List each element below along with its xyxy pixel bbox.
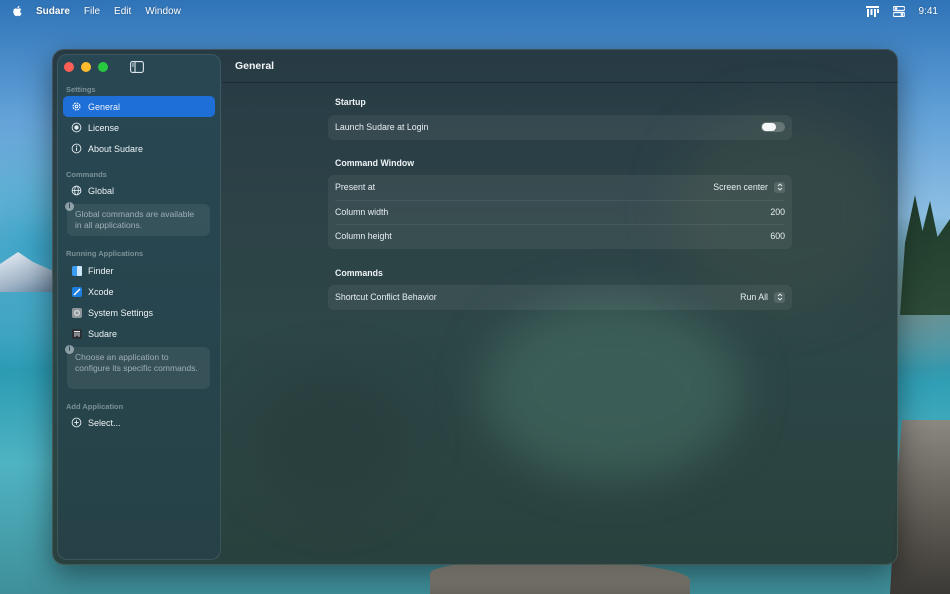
zoom-button[interactable]	[98, 62, 108, 72]
sudare-icon	[71, 328, 82, 339]
sidebar-item-label: Global	[88, 185, 115, 196]
startup-card: Launch Sudare at Login	[328, 115, 792, 140]
sidebar-item-about[interactable]: About Sudare	[63, 138, 215, 159]
present-at-label: Present at	[335, 182, 376, 193]
column-height-field[interactable]: 600	[770, 231, 785, 241]
apple-icon[interactable]	[12, 5, 24, 17]
launch-at-login-row: Launch Sudare at Login	[328, 115, 792, 140]
minimize-button[interactable]	[81, 62, 91, 72]
sidebar-toggle-icon[interactable]	[130, 61, 144, 73]
column-height-row: Column height 600	[328, 224, 792, 249]
shortcut-conflict-select[interactable]: Run All	[740, 291, 785, 303]
sidebar-item-license[interactable]: License	[63, 117, 215, 138]
menu-window[interactable]: Window	[145, 6, 181, 17]
page-title: General	[235, 60, 275, 72]
backdrop-blur	[252, 369, 412, 509]
sidebar-item-general[interactable]: General	[63, 96, 215, 117]
section-running-applications: Running Applications	[66, 249, 144, 258]
present-at-value: Screen center	[713, 182, 768, 193]
present-at-row: Present at Screen center	[328, 175, 792, 200]
present-at-select[interactable]: Screen center	[713, 181, 785, 193]
sidebar-item-sudare[interactable]: Sudare	[63, 323, 215, 344]
column-width-field[interactable]: 200	[770, 207, 785, 217]
select-application-button[interactable]: Select...	[63, 412, 215, 433]
section-add-application: Add Application	[66, 402, 124, 411]
menu-app-name[interactable]: Sudare	[36, 6, 70, 17]
sidebar-item-label: License	[88, 122, 120, 133]
menu-file[interactable]: File	[84, 6, 100, 17]
gear-icon	[71, 101, 82, 112]
sidebar-item-xcode[interactable]: Xcode	[63, 281, 215, 302]
section-settings: Settings	[66, 85, 96, 94]
column-width-label: Column width	[335, 206, 389, 217]
menu-edit[interactable]: Edit	[114, 6, 131, 17]
menu-clock[interactable]: 9:41	[919, 6, 938, 17]
up-down-chevron-icon	[774, 181, 785, 193]
column-height-label: Column height	[335, 231, 392, 242]
system-settings-icon	[71, 307, 82, 318]
window-controls	[64, 62, 108, 72]
sidebar-item-label: Xcode	[88, 286, 114, 297]
shortcut-conflict-row: Shortcut Conflict Behavior Run All	[328, 285, 792, 310]
sidebar-item-label: About Sudare	[88, 143, 144, 154]
sidebar-item-global[interactable]: Global	[63, 180, 215, 201]
menu-bar: Sudare File Edit Window 9:41	[0, 0, 950, 22]
global-commands-note: Global commands are available in all app…	[67, 204, 210, 236]
sudare-menubar-icon[interactable]	[865, 5, 879, 17]
wallpaper-mountain	[0, 252, 60, 292]
sidebar: Settings General License About Sudare Co…	[57, 54, 221, 560]
app-window: Settings General License About Sudare Co…	[52, 49, 898, 565]
launch-at-login-label: Launch Sudare at Login	[335, 122, 429, 133]
up-down-chevron-icon	[774, 291, 785, 303]
section-commands: Commands	[66, 170, 107, 179]
close-button[interactable]	[64, 62, 74, 72]
header-divider	[222, 82, 898, 83]
group-title-startup: Startup	[335, 97, 366, 107]
sidebar-item-label: Sudare	[88, 328, 118, 339]
sidebar-item-label: Finder	[88, 265, 114, 276]
wallpaper-trees	[900, 195, 950, 315]
shortcut-conflict-value: Run All	[740, 292, 768, 303]
control-center-icon[interactable]	[892, 5, 905, 17]
launch-at-login-toggle[interactable]	[761, 122, 785, 133]
finder-icon	[71, 265, 82, 276]
wallpaper-rock	[430, 560, 690, 594]
sidebar-item-label: Select...	[88, 417, 121, 428]
sidebar-item-finder[interactable]: Finder	[63, 260, 215, 281]
command-window-card: Present at Screen center Column width 20…	[328, 175, 792, 249]
shortcut-conflict-label: Shortcut Conflict Behavior	[335, 292, 437, 303]
xcode-icon	[71, 286, 82, 297]
backdrop-blur	[482, 299, 742, 479]
commands-card: Shortcut Conflict Behavior Run All	[328, 285, 792, 310]
group-title-commands: Commands	[335, 268, 383, 278]
sidebar-item-system-settings[interactable]: System Settings	[63, 302, 215, 323]
info-icon	[71, 143, 82, 154]
plus-circle-icon	[71, 417, 82, 428]
globe-icon	[71, 185, 82, 196]
wallpaper-rocks	[890, 420, 950, 594]
column-width-row: Column width 200	[328, 199, 792, 225]
applications-note: Choose an application to configure its s…	[67, 347, 210, 389]
sidebar-item-label: General	[88, 101, 121, 112]
group-title-command-window: Command Window	[335, 158, 415, 168]
sidebar-item-label: System Settings	[88, 307, 154, 318]
badge-icon	[71, 122, 82, 133]
